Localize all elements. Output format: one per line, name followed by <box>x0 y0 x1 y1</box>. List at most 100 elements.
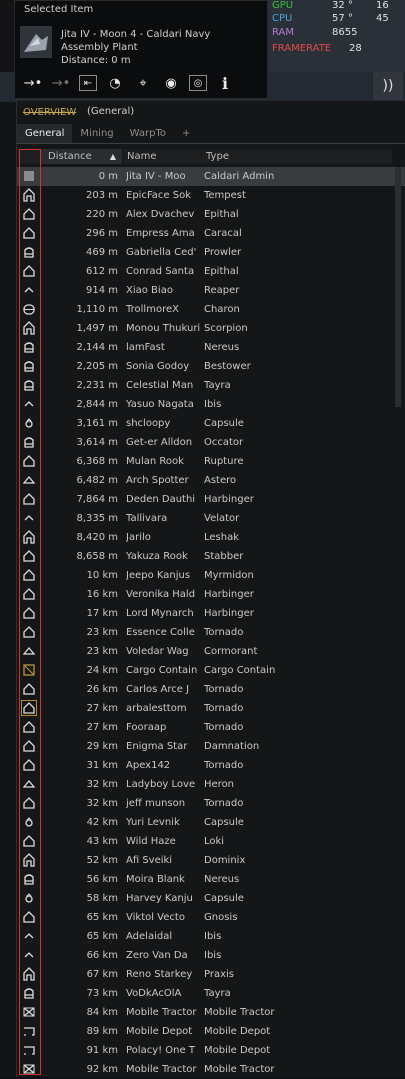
column-type-header[interactable]: Type <box>202 149 392 164</box>
table-row[interactable]: 52 km Afi Sveiki Dominix <box>17 851 405 870</box>
table-row[interactable]: 1,110 m TrollmoreX Charon <box>17 300 405 319</box>
table-row[interactable]: 27 km Fooraap Tornado <box>17 718 405 737</box>
row-distance: 32 km <box>86 779 118 790</box>
cpu-temp: 57 ° <box>332 13 353 24</box>
table-row[interactable]: 203 m EpicFace Sok Tempest <box>17 186 405 205</box>
show-info-eye-icon[interactable]: ◎ <box>189 75 207 91</box>
table-row[interactable]: 42 km Yuri Levnik Capsule <box>17 813 405 832</box>
row-distance: 914 m <box>85 285 118 296</box>
target-icon[interactable]: ⌖ <box>133 74 153 92</box>
selected-item-details: Jita IV - Moon 4 - Caldari Navy Assembly… <box>61 28 210 67</box>
cpu-load: 45 <box>376 13 389 24</box>
table-row[interactable]: 914 m Xiao Biao Reaper <box>17 281 405 300</box>
tab-general[interactable]: General <box>17 124 73 143</box>
table-row[interactable]: 89 km Mobile Depot Mobile Depot <box>17 1022 405 1041</box>
selected-item-thumbnail[interactable] <box>20 26 52 58</box>
overview-titlebar[interactable]: OVERVIEW (General) <box>17 101 405 123</box>
table-row[interactable]: 27 km arbalesttom Tornado <box>17 699 405 718</box>
tab-warpto[interactable]: WarpTo <box>122 124 174 143</box>
table-row[interactable]: 58 km Harvey Kanju Capsule <box>17 889 405 908</box>
table-row[interactable]: 10 km Jeepo Kanjus Myrmidon <box>17 566 405 585</box>
column-distance-header[interactable]: Distance ▲ <box>41 149 122 164</box>
row-type: Ibis <box>204 931 222 942</box>
table-row[interactable]: 8,420 m Jarilo Leshak <box>17 528 405 547</box>
table-row[interactable]: 91 km Polacy! One T Mobile Depot <box>17 1041 405 1060</box>
table-row[interactable]: 612 m Conrad Santa Epithal <box>17 262 405 281</box>
table-row[interactable]: 32 km Ladyboy Love Heron <box>17 775 405 794</box>
row-distance: 65 km <box>86 931 118 942</box>
table-row[interactable]: 3,161 m shcloopy Capsule <box>17 414 405 433</box>
row-type: Scorpion <box>204 323 248 334</box>
ram-value: 8655 <box>332 27 358 38</box>
info-icon[interactable]: i <box>215 74 235 93</box>
table-row[interactable]: 2,844 m Yasuo Nagata Ibis <box>17 395 405 414</box>
table-row[interactable]: 67 km Reno Starkey Praxis <box>17 965 405 984</box>
table-row[interactable]: 43 km Wild Haze Loki <box>17 832 405 851</box>
tab-mining[interactable]: Mining <box>72 124 121 143</box>
table-row[interactable]: 31 km Apex142 Tornado <box>17 756 405 775</box>
table-row[interactable]: 7,864 m Deden Dauthi Harbinger <box>17 490 405 509</box>
scrollbar[interactable] <box>395 167 401 407</box>
row-distance: 66 km <box>86 950 118 961</box>
row-name: Afi Sveiki <box>126 855 173 866</box>
table-row[interactable]: 16 km Veronika Hald Harbinger <box>17 585 405 604</box>
table-row[interactable]: 0 m Jita IV - Moo Caldari Admin <box>17 167 405 186</box>
table-row[interactable]: 26 km Carlos Arce J Tornado <box>17 680 405 699</box>
table-row[interactable]: 65 km Viktol Vecto Gnosis <box>17 908 405 927</box>
align-to-icon[interactable]: →• <box>23 74 43 92</box>
row-type: Harbinger <box>204 608 254 619</box>
dock-icon[interactable]: ⇤ <box>79 75 97 91</box>
table-row[interactable]: 3,614 m Get-er Alldon Occator <box>17 433 405 452</box>
add-tab-button[interactable]: + <box>174 124 198 143</box>
selected-item-title: Selected Item <box>24 4 94 15</box>
table-row[interactable]: 32 km jeff munson Tornado <box>17 794 405 813</box>
column-name-header[interactable]: Name <box>123 149 201 164</box>
row-distance: 296 m <box>85 228 118 239</box>
row-type: Capsule <box>204 817 244 828</box>
table-row[interactable]: 65 km Adelaidal Ibis <box>17 927 405 946</box>
table-row[interactable]: 8,335 m Tallivara Velator <box>17 509 405 528</box>
row-name: Jarilo <box>126 532 151 543</box>
row-type: Mobile Tractor <box>204 1064 275 1075</box>
row-name: Harvey Kanju <box>126 893 193 904</box>
row-type: Prowler <box>204 247 242 258</box>
selected-item-panel: Selected Item Jita IV - Moon 4 - Caldari… <box>14 0 268 99</box>
table-row[interactable]: 1,497 m Monou Thukuri Scorpion <box>17 319 405 338</box>
table-row[interactable]: 23 km Essence Colle Tornado <box>17 623 405 642</box>
row-name: Mobile Tractor <box>126 1007 197 1018</box>
row-name: Apex142 <box>126 760 171 771</box>
orbit-icon[interactable]: ◔ <box>105 74 125 92</box>
row-name: Yakuza Rook <box>126 551 188 562</box>
table-row[interactable]: 2,205 m Sonia Godoy Bestower <box>17 357 405 376</box>
table-row[interactable]: 2,144 m lamFast Nereus <box>17 338 405 357</box>
rss-feed-icon[interactable]: )) <box>373 72 403 100</box>
row-distance: 73 km <box>86 988 118 999</box>
row-type: Caldari Admin <box>204 171 275 182</box>
table-row[interactable]: 56 km Moira Blank Nereus <box>17 870 405 889</box>
gpu-temp: 32 ° <box>332 0 353 11</box>
table-row[interactable]: 220 m Alex Dvachev Epithal <box>17 205 405 224</box>
table-row[interactable]: 296 m Empress Ama Caracal <box>17 224 405 243</box>
table-row[interactable]: 92 km Mobile Tractor Mobile Tractor <box>17 1060 405 1079</box>
row-type: Mobile Tractor <box>204 1007 275 1018</box>
table-row[interactable]: 84 km Mobile Tractor Mobile Tractor <box>17 1003 405 1022</box>
table-row[interactable]: 24 km Cargo Contain Cargo Contain <box>17 661 405 680</box>
table-row[interactable]: 6,482 m Arch Spotter Astero <box>17 471 405 490</box>
row-distance: 26 km <box>86 684 118 695</box>
row-distance: 7,864 m <box>76 494 118 505</box>
row-type: Epithal <box>204 209 239 220</box>
row-type: Gnosis <box>204 912 238 923</box>
look-at-icon[interactable]: ◉ <box>161 74 181 92</box>
table-row[interactable]: 73 km VoDkAcOlA Tayra <box>17 984 405 1003</box>
table-row[interactable]: 2,231 m Celestial Man Tayra <box>17 376 405 395</box>
table-row[interactable]: 29 km Enigma Star Damnation <box>17 737 405 756</box>
table-row[interactable]: 66 km Zero Van Da Ibis <box>17 946 405 965</box>
table-row[interactable]: 23 km Voledar Wag Cormorant <box>17 642 405 661</box>
warp-to-icon[interactable]: →• <box>51 74 71 92</box>
table-row[interactable]: 469 m Gabriella Ced' Prowler <box>17 243 405 262</box>
table-row[interactable]: 8,658 m Yakuza Rook Stabber <box>17 547 405 566</box>
row-type: Tempest <box>204 190 246 201</box>
table-row[interactable]: 17 km Lord Mynarch Harbinger <box>17 604 405 623</box>
table-row[interactable]: 6,368 m Mulan Rook Rupture <box>17 452 405 471</box>
row-distance: 27 km <box>86 703 118 714</box>
